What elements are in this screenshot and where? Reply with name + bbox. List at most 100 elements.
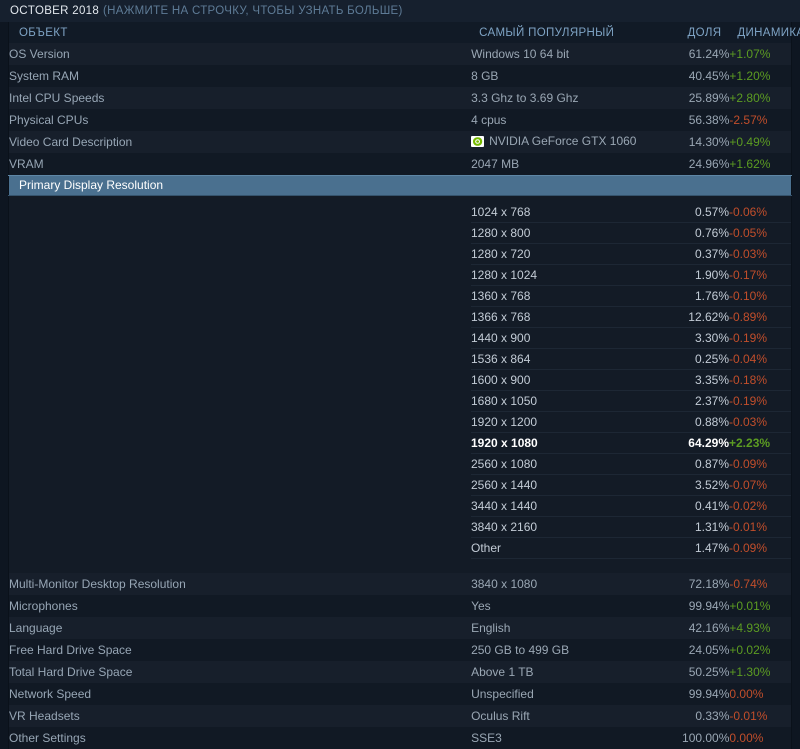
detail-change: -0.02% — [729, 495, 791, 517]
table-row[interactable]: VRAM 2047 MB 24.96% +1.62% — [8, 153, 792, 175]
detail-row[interactable]: 1600 x 900 3.35% -0.18% — [9, 369, 791, 391]
detail-share: 0.76% — [653, 222, 729, 244]
table-row[interactable]: Microphones Yes 99.94% +0.01% — [8, 595, 792, 617]
detail-name: Other — [471, 537, 653, 559]
row-change-value: +0.01% — [729, 595, 792, 617]
detail-row[interactable]: 1024 x 768 0.57% -0.06% — [9, 201, 791, 223]
detail-row[interactable]: 3440 x 1440 0.41% -0.02% — [9, 495, 791, 517]
column-header-popular[interactable]: САМЫЙ ПОПУЛЯРНЫЙ — [471, 22, 654, 43]
row-change-value: +2.80% — [729, 87, 792, 109]
detail-row[interactable]: 1280 x 800 0.76% -0.05% — [9, 222, 791, 244]
table-row[interactable]: Intel CPU Speeds 3.3 Ghz to 3.69 Ghz 25.89… — [8, 87, 792, 109]
detail-share: 64.29% — [653, 432, 729, 454]
row-popular-value: 3840 x 1080 — [471, 573, 654, 595]
row-change-value: 0.00% — [729, 727, 792, 749]
detail-row[interactable]: 1366 x 768 12.62% -0.89% — [9, 306, 791, 328]
row-popular-text: Oculus Rift — [471, 709, 530, 723]
column-header-change[interactable]: ДИНАМИКА — [729, 22, 800, 43]
detail-spacer — [9, 453, 471, 475]
row-change-value: +0.49% — [729, 131, 792, 153]
detail-share: 0.37% — [653, 243, 729, 265]
row-change-value: +1.20% — [729, 65, 792, 87]
detail-change: -0.03% — [729, 411, 791, 433]
detail-row[interactable]: 1920 x 1080 64.29% +2.23% — [9, 432, 791, 454]
table-row[interactable]: OS Version Windows 10 64 bit 61.24% +1.07% — [8, 43, 792, 65]
detail-row[interactable]: 2560 x 1080 0.87% -0.09% — [9, 453, 791, 475]
detail-change: +2.23% — [729, 432, 791, 454]
row-object-label: Microphones — [8, 595, 472, 617]
detail-name: 1920 x 1080 — [471, 432, 653, 454]
row-popular-value: 8 GB — [471, 65, 654, 87]
row-popular-value: English — [471, 617, 654, 639]
detail-change: -0.01% — [729, 516, 791, 538]
row-object-label: VRAM — [8, 153, 472, 175]
table-row[interactable]: Physical CPUs 4 cpus 56.38% -2.57% — [8, 109, 792, 131]
row-share-value: 56.38% — [653, 109, 730, 131]
row-object-label: OS Version — [8, 43, 472, 65]
column-header-object[interactable]: ОБЪЕКТ — [8, 22, 472, 43]
detail-spacer — [9, 495, 471, 517]
detail-change: -0.05% — [729, 222, 791, 244]
row-change-value: +1.62% — [729, 153, 792, 175]
row-object-label: Total Hard Drive Space — [8, 661, 472, 683]
row-object-label: System RAM — [8, 65, 472, 87]
row-share-value: 24.96% — [653, 153, 730, 175]
detail-name: 2560 x 1440 — [471, 474, 653, 496]
detail-change: -0.10% — [729, 285, 791, 307]
detail-row[interactable]: 1280 x 720 0.37% -0.03% — [9, 243, 791, 265]
table-row[interactable]: Other Settings SSE3 100.00% 0.00% — [8, 727, 792, 749]
detail-name: 1536 x 864 — [471, 348, 653, 370]
detail-spacer — [9, 516, 471, 538]
row-popular-text: 8 GB — [471, 69, 499, 83]
detail-change: -0.19% — [729, 327, 791, 349]
table-row[interactable]: Free Hard Drive Space 250 GB to 499 GB 24.… — [8, 639, 792, 661]
row-share-value: 99.94% — [653, 683, 730, 705]
detail-name: 1280 x 800 — [471, 222, 653, 244]
detail-name: 3440 x 1440 — [471, 495, 653, 517]
row-popular-text: 3840 x 1080 — [471, 577, 538, 591]
detail-share: 1.90% — [653, 264, 729, 286]
row-popular-value: 2047 MB — [471, 153, 654, 175]
detail-row[interactable]: 2560 x 1440 3.52% -0.07% — [9, 474, 791, 496]
row-change-value: +1.30% — [729, 661, 792, 683]
detail-share: 3.52% — [653, 474, 729, 496]
detail-row[interactable]: 1536 x 864 0.25% -0.04% — [9, 348, 791, 370]
detail-row[interactable]: 1280 x 1024 1.90% -0.17% — [9, 264, 791, 286]
detail-name: 1440 x 900 — [471, 327, 653, 349]
detail-name: 1280 x 1024 — [471, 264, 653, 286]
detail-spacer — [9, 474, 471, 496]
table-row[interactable]: Network Speed Unspecified 99.94% 0.00% — [8, 683, 792, 705]
table-row[interactable]: System RAM 8 GB 40.45% +1.20% — [8, 65, 792, 87]
row-object-label: Multi-Monitor Desktop Resolution — [8, 573, 472, 595]
detail-name: 1280 x 720 — [471, 243, 653, 265]
expanded-section-label: Primary Display Resolution — [8, 174, 792, 196]
row-object-label: VR Headsets — [8, 705, 472, 727]
row-share-value: 24.05% — [653, 639, 730, 661]
row-popular-value: Oculus Rift — [471, 705, 654, 727]
table-row[interactable]: Language English 42.16% +4.93% — [8, 617, 792, 639]
detail-name: 1920 x 1200 — [471, 411, 653, 433]
row-object-label: Physical CPUs — [8, 109, 472, 131]
detail-row[interactable]: 3840 x 2160 1.31% -0.01% — [9, 516, 791, 538]
detail-row[interactable]: 1920 x 1200 0.88% -0.03% — [9, 411, 791, 433]
detail-share: 0.41% — [653, 495, 729, 517]
table-row[interactable]: Total Hard Drive Space Above 1 TB 50.25% +1… — [8, 661, 792, 683]
row-popular-value: Unspecified — [471, 683, 654, 705]
detail-spacer — [9, 537, 471, 559]
column-header-share[interactable]: ДОЛЯ — [653, 22, 730, 43]
detail-row[interactable]: 1440 x 900 3.30% -0.19% — [9, 327, 791, 349]
row-popular-value: 250 GB to 499 GB — [471, 639, 654, 661]
expanded-section-header-row[interactable]: Primary Display Resolution — [8, 174, 792, 196]
row-change-value: -0.74% — [729, 573, 792, 595]
row-popular-text: English — [471, 621, 511, 635]
table-row[interactable]: VR Headsets Oculus Rift 0.33% -0.01% — [8, 705, 792, 727]
survey-title-bar: OCTOBER 2018 (НАЖМИТЕ НА СТРОЧКУ, ЧТОБЫ У… — [0, 0, 800, 22]
table-row[interactable]: Video Card Description NVIDIA GeForce GTX… — [8, 131, 792, 153]
detail-row[interactable]: 1360 x 768 1.76% -0.10% — [9, 285, 791, 307]
survey-title-hint: (НАЖМИТЕ НА СТРОЧКУ, ЧТОБЫ УЗНАТЬ БОЛЬШЕ… — [103, 5, 403, 17]
table-row[interactable]: Multi-Monitor Desktop Resolution 3840 x 1… — [8, 573, 792, 595]
row-change-value: 0.00% — [729, 683, 792, 705]
detail-change: -0.09% — [729, 453, 791, 475]
detail-row[interactable]: 1680 x 1050 2.37% -0.19% — [9, 390, 791, 412]
detail-row[interactable]: Other 1.47% -0.09% — [9, 537, 791, 559]
